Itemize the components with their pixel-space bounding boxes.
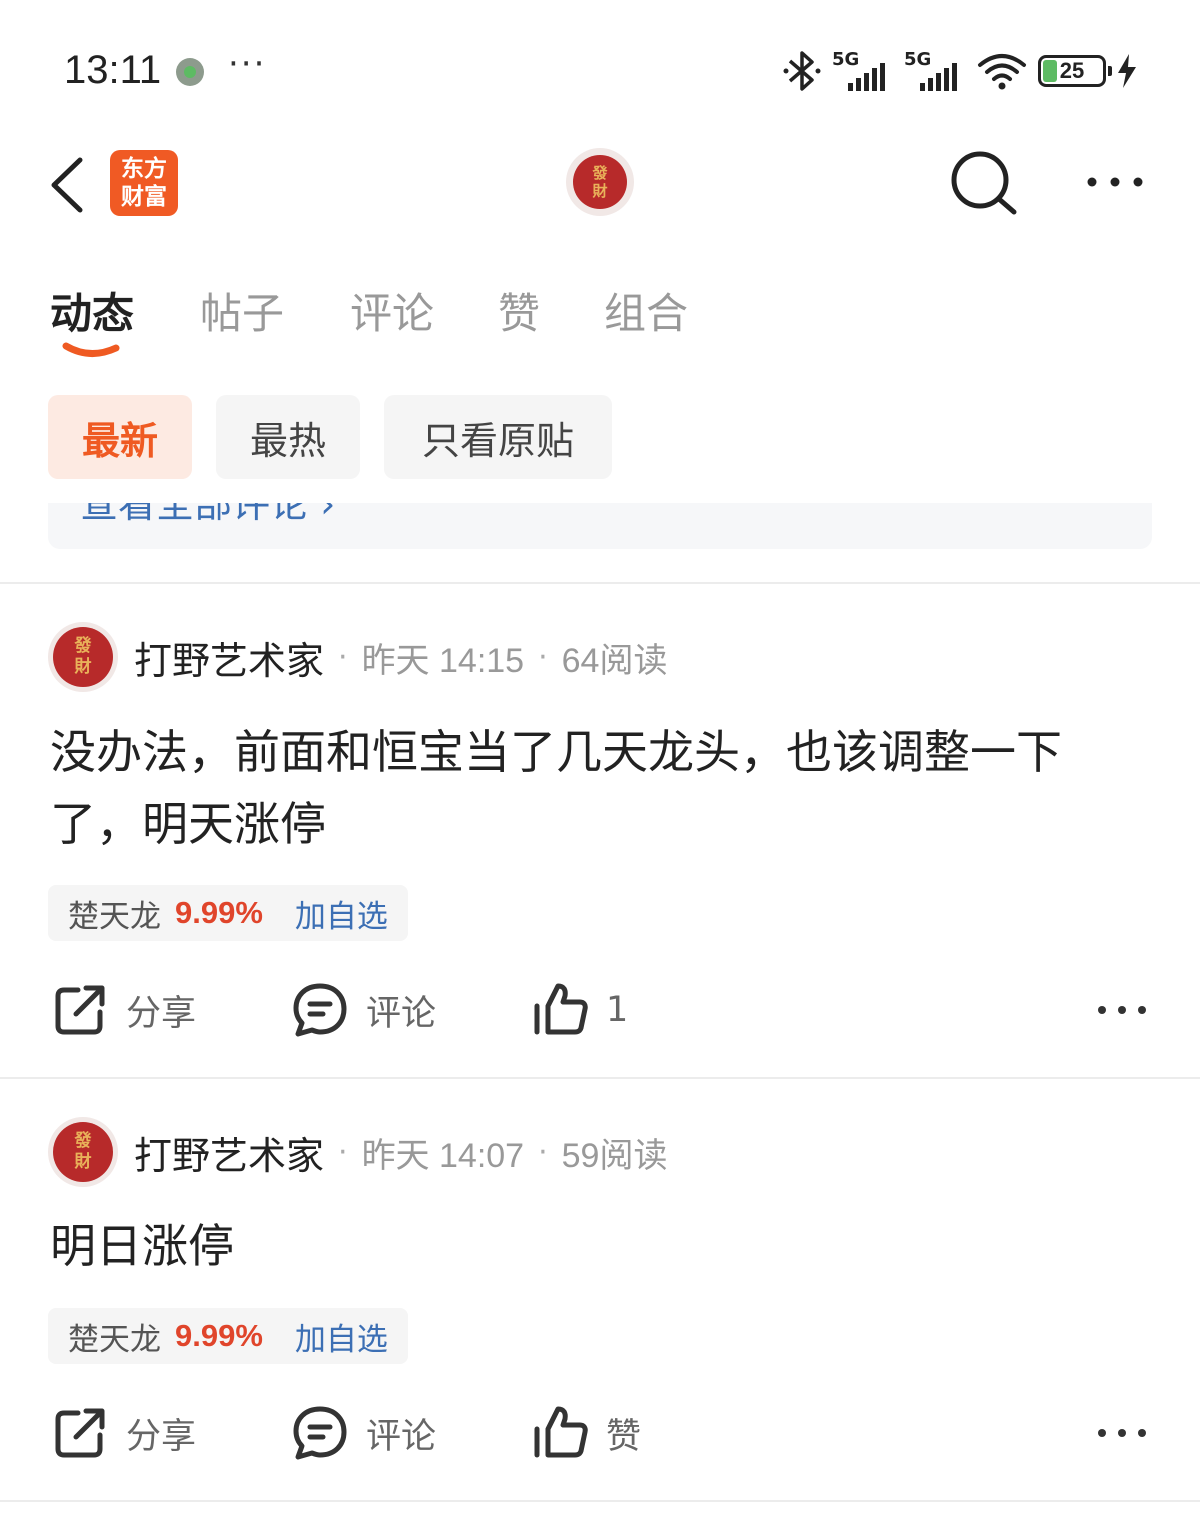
stock-change: 9.99% xyxy=(175,895,263,930)
share-icon xyxy=(55,985,105,1035)
stock-name: 楚天龙 xyxy=(68,898,161,935)
status-icons: 5G 5G 25 xyxy=(782,48,1138,94)
active-tab-indicator xyxy=(62,342,120,357)
author-name[interactable]: 打野艺术家 xyxy=(134,1125,324,1180)
thumbs-up-icon xyxy=(534,1406,588,1458)
back-icon[interactable] xyxy=(44,150,94,220)
stock-change: 9.99% xyxy=(175,1318,263,1353)
wifi-icon xyxy=(978,54,1026,90)
divider xyxy=(0,1500,1200,1502)
post-more-icon[interactable] xyxy=(1094,1418,1150,1448)
filter-hot[interactable]: 最热 xyxy=(216,395,360,479)
like-count: 1 xyxy=(606,990,629,1030)
status-time: 13:11 xyxy=(64,48,162,92)
post-body[interactable]: 明日涨停 xyxy=(50,1210,1150,1282)
more-icon[interactable] xyxy=(1084,160,1146,204)
add-watchlist-button[interactable]: 加自选 xyxy=(295,891,388,936)
stock-tag[interactable]: 楚天龙 9.99% 加自选 xyxy=(48,885,408,941)
comment-icon xyxy=(293,1406,347,1460)
comment-icon xyxy=(293,983,347,1037)
post-more-icon[interactable] xyxy=(1094,995,1150,1025)
battery-icon: 25 xyxy=(1038,55,1112,87)
comment-preview-card: 查看全部评论 › xyxy=(48,503,1152,549)
stock-tag[interactable]: 楚天龙 9.99% 加自选 xyxy=(48,1308,408,1364)
post-time: 昨天 14:07 xyxy=(361,1136,525,1175)
read-count: 59阅读 xyxy=(561,1136,668,1175)
stock-name: 楚天龙 xyxy=(68,1321,161,1358)
tab-portfolio[interactable]: 组合 xyxy=(604,280,688,341)
status-more-icon: ··· xyxy=(228,44,267,84)
bluetooth-icon xyxy=(783,51,821,91)
like-label: 赞 xyxy=(606,1416,642,1457)
avatar[interactable]: 發 財 xyxy=(48,1117,118,1187)
signal-icon-2: 5G xyxy=(904,49,966,91)
post-meta: 打野艺术家 · 昨天 14:15 · 64阅读 xyxy=(134,627,667,687)
tab-dynamic[interactable]: 动态 xyxy=(50,280,134,341)
divider xyxy=(0,582,1200,584)
filter-original-only[interactable]: 只看原贴 xyxy=(384,395,612,479)
tab-posts[interactable]: 帖子 xyxy=(200,280,284,341)
signal-icon: 5G xyxy=(832,49,894,91)
divider xyxy=(0,1077,1200,1079)
app-logo[interactable]: 东方 财富 xyxy=(110,150,178,216)
tab-comments[interactable]: 评论 xyxy=(350,280,434,341)
view-all-comments-link[interactable]: 查看全部评论 › xyxy=(80,503,335,528)
read-count: 64阅读 xyxy=(561,641,668,680)
post-time: 昨天 14:15 xyxy=(361,641,525,680)
post-meta: 打野艺术家 · 昨天 14:07 · 59阅读 xyxy=(134,1122,667,1182)
author-name[interactable]: 打野艺术家 xyxy=(134,630,324,685)
avatar[interactable]: 發 財 xyxy=(48,622,118,692)
tab-likes[interactable]: 赞 xyxy=(498,280,540,341)
charging-icon xyxy=(1118,54,1136,88)
comment-button[interactable]: 评论 xyxy=(290,980,436,1040)
search-icon[interactable] xyxy=(948,148,1020,220)
share-icon xyxy=(55,1408,105,1458)
notification-dot-icon xyxy=(176,58,204,86)
like-button[interactable]: 赞 xyxy=(530,1403,641,1463)
profile-avatar[interactable]: 發 財 xyxy=(566,148,634,216)
filter-latest[interactable]: 最新 xyxy=(48,395,192,479)
like-button[interactable]: 1 xyxy=(530,980,628,1040)
share-button[interactable]: 分享 xyxy=(50,1403,196,1463)
share-button[interactable]: 分享 xyxy=(50,980,196,1040)
comment-button[interactable]: 评论 xyxy=(290,1403,436,1463)
post-body[interactable]: 没办法，前面和恒宝当了几天龙头，也该调整一下了，明天涨停 xyxy=(50,716,1150,860)
status-bar: 13:11 ··· 5G 5G 25 xyxy=(0,0,1200,140)
add-watchlist-button[interactable]: 加自选 xyxy=(295,1314,388,1359)
thumbs-up-icon xyxy=(534,983,588,1035)
